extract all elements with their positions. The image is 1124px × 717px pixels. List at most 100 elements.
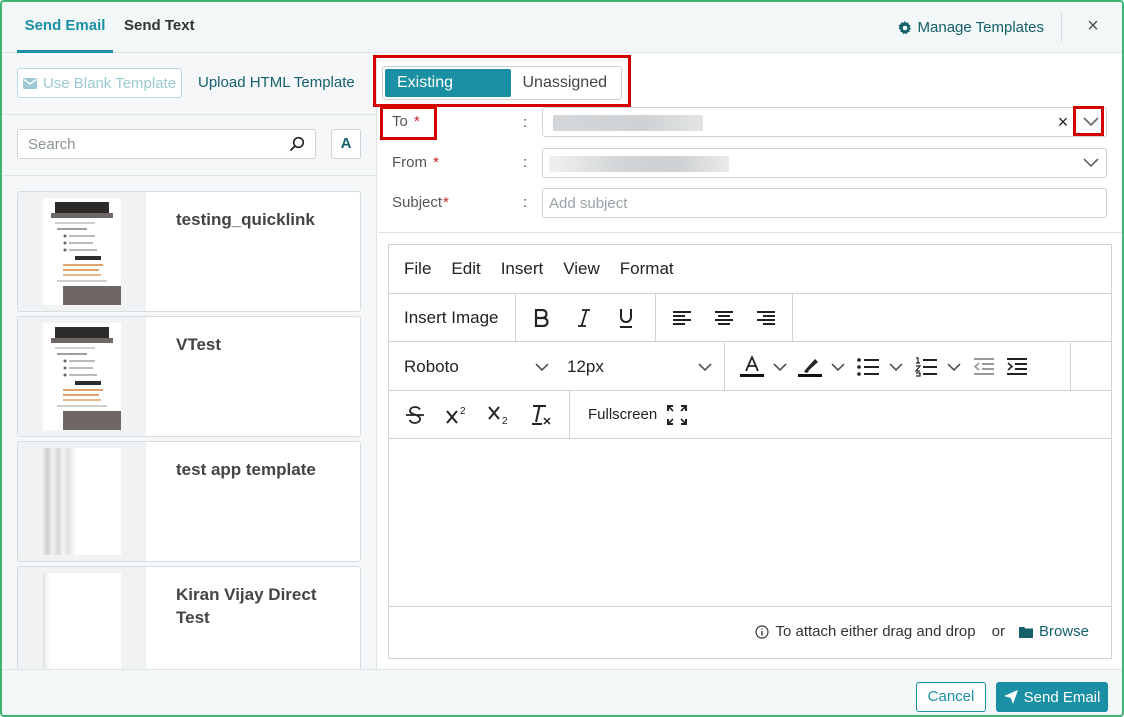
dialog-footer: Cancel Send Email <box>2 669 1122 715</box>
numbered-list-icon[interactable] <box>911 349 941 385</box>
svg-text:2: 2 <box>460 406 466 417</box>
subscript-icon[interactable]: 2 <box>481 397 517 433</box>
send-icon <box>1003 690 1018 704</box>
toolbar-group: Insert Image <box>389 294 516 341</box>
cancel-button[interactable]: Cancel <box>916 682 986 712</box>
search-input[interactable] <box>28 130 278 158</box>
attach-hint: To attach either drag and drop <box>775 623 976 640</box>
font-family-select[interactable]: Roboto <box>389 343 549 390</box>
chevron-down-icon[interactable] <box>831 362 845 372</box>
text-color-icon[interactable] <box>737 349 767 385</box>
browse-label: Browse <box>1038 623 1089 640</box>
folder-icon <box>1018 626 1033 638</box>
font-size-value: 12px <box>567 357 604 376</box>
redacted-sender <box>549 156 729 172</box>
form-divider <box>378 232 1122 233</box>
close-icon[interactable]: × <box>1082 15 1104 37</box>
email-preview-image <box>51 327 121 430</box>
from-select[interactable] <box>542 148 1107 178</box>
from-label: From * <box>392 154 439 171</box>
template-name: test app template <box>176 460 316 479</box>
attachment-area: To attach either drag and drop or Browse <box>755 623 1089 640</box>
sort-button[interactable]: A <box>331 129 361 159</box>
chevron-down-icon[interactable] <box>889 362 903 372</box>
toolbar-row: Roboto 12px <box>389 343 1111 391</box>
fullscreen-label: Fullscreen <box>588 406 658 423</box>
tab-send-email[interactable]: Send Email <box>17 2 113 53</box>
toolbar-group: Roboto 12px <box>389 343 725 390</box>
template-search <box>17 129 316 159</box>
clear-formatting-icon[interactable] <box>523 397 559 433</box>
menu-format[interactable]: Format <box>620 259 674 279</box>
align-center-icon[interactable] <box>706 300 742 336</box>
browse-button[interactable]: Browse <box>1018 623 1089 640</box>
rich-text-editor: File Edit Insert View Format Insert Imag… <box>388 244 1112 659</box>
editor-content-area[interactable] <box>389 440 1111 607</box>
align-left-icon[interactable] <box>664 300 700 336</box>
email-preview-image <box>43 573 121 680</box>
template-card[interactable]: testing_quicklink <box>17 191 361 312</box>
manage-templates-link[interactable]: Manage Templates <box>898 2 1044 53</box>
template-card[interactable]: test app template <box>17 441 361 562</box>
chevron-down-icon[interactable] <box>773 362 787 372</box>
upload-html-template-link[interactable]: Upload HTML Template <box>198 74 355 91</box>
template-card[interactable]: VTest <box>17 316 361 437</box>
required-mark: * <box>413 113 420 130</box>
subject-input[interactable] <box>549 189 1089 217</box>
superscript-icon[interactable]: 2 <box>439 397 475 433</box>
chevron-down-icon[interactable] <box>1082 156 1100 170</box>
toolbar-group <box>516 294 656 341</box>
chevron-down-icon[interactable] <box>947 362 961 372</box>
strikethrough-icon[interactable] <box>397 397 433 433</box>
clear-icon[interactable]: × <box>1054 112 1072 132</box>
menu-insert[interactable]: Insert <box>501 259 544 279</box>
subject-label: Subject* <box>392 194 449 211</box>
email-preview-image <box>43 448 121 555</box>
chevron-down-icon <box>698 363 712 372</box>
required-mark: * <box>443 194 449 211</box>
info-icon <box>755 624 770 639</box>
svg-text:2: 2 <box>502 416 508 425</box>
editor-menubar: File Edit Insert View Format <box>389 245 1111 294</box>
search-icon[interactable] <box>289 136 305 152</box>
send-email-label: Send Email <box>1023 688 1101 706</box>
outdent-icon[interactable] <box>969 349 999 385</box>
redacted-recipient <box>553 115 703 131</box>
underline-icon[interactable] <box>608 300 644 336</box>
chevron-down-icon[interactable] <box>1082 115 1100 129</box>
toggle-existing-patient[interactable]: Existing Patient <box>385 69 511 119</box>
toolbar-row: Insert Image <box>389 294 1111 342</box>
font-size-select[interactable]: 12px <box>549 343 719 390</box>
toggle-unassigned[interactable]: Unassigned <box>511 69 620 97</box>
gear-icon <box>898 20 911 34</box>
to-colon: : <box>523 114 528 131</box>
tab-send-text[interactable]: Send Text <box>124 2 195 53</box>
header-divider <box>1061 12 1062 42</box>
recipient-type-toggle: Existing Patient Unassigned <box>382 66 622 119</box>
align-right-icon[interactable] <box>748 300 784 336</box>
template-name: testing_quicklink <box>176 210 315 229</box>
font-family-value: Roboto <box>404 357 459 376</box>
toolbar-group <box>656 294 793 341</box>
to-field[interactable]: × <box>542 107 1107 137</box>
italic-icon[interactable] <box>566 300 602 336</box>
send-email-button[interactable]: Send Email <box>996 682 1108 712</box>
panel-divider <box>2 175 377 176</box>
use-blank-template-label: Use Blank Template <box>42 74 177 92</box>
to-label: To * <box>392 113 420 130</box>
indent-icon[interactable] <box>999 349 1035 385</box>
template-thumbnail <box>18 192 146 311</box>
menu-edit[interactable]: Edit <box>451 259 480 279</box>
fullscreen-button[interactable]: Fullscreen <box>588 391 688 438</box>
bold-icon[interactable] <box>524 300 560 336</box>
bullet-list-icon[interactable] <box>853 349 883 385</box>
from-colon: : <box>523 154 528 171</box>
toolbar-row-rest: Fullscreen <box>570 391 1111 439</box>
highlight-color-icon[interactable] <box>795 349 825 385</box>
menu-view[interactable]: View <box>563 259 600 279</box>
toolbar-group <box>725 343 1071 390</box>
menu-file[interactable]: File <box>404 259 431 279</box>
toolbar-row: 2 2 <box>389 391 570 439</box>
use-blank-template-button[interactable]: Use Blank Template <box>17 68 182 98</box>
insert-image-button[interactable]: Insert Image <box>389 308 499 328</box>
